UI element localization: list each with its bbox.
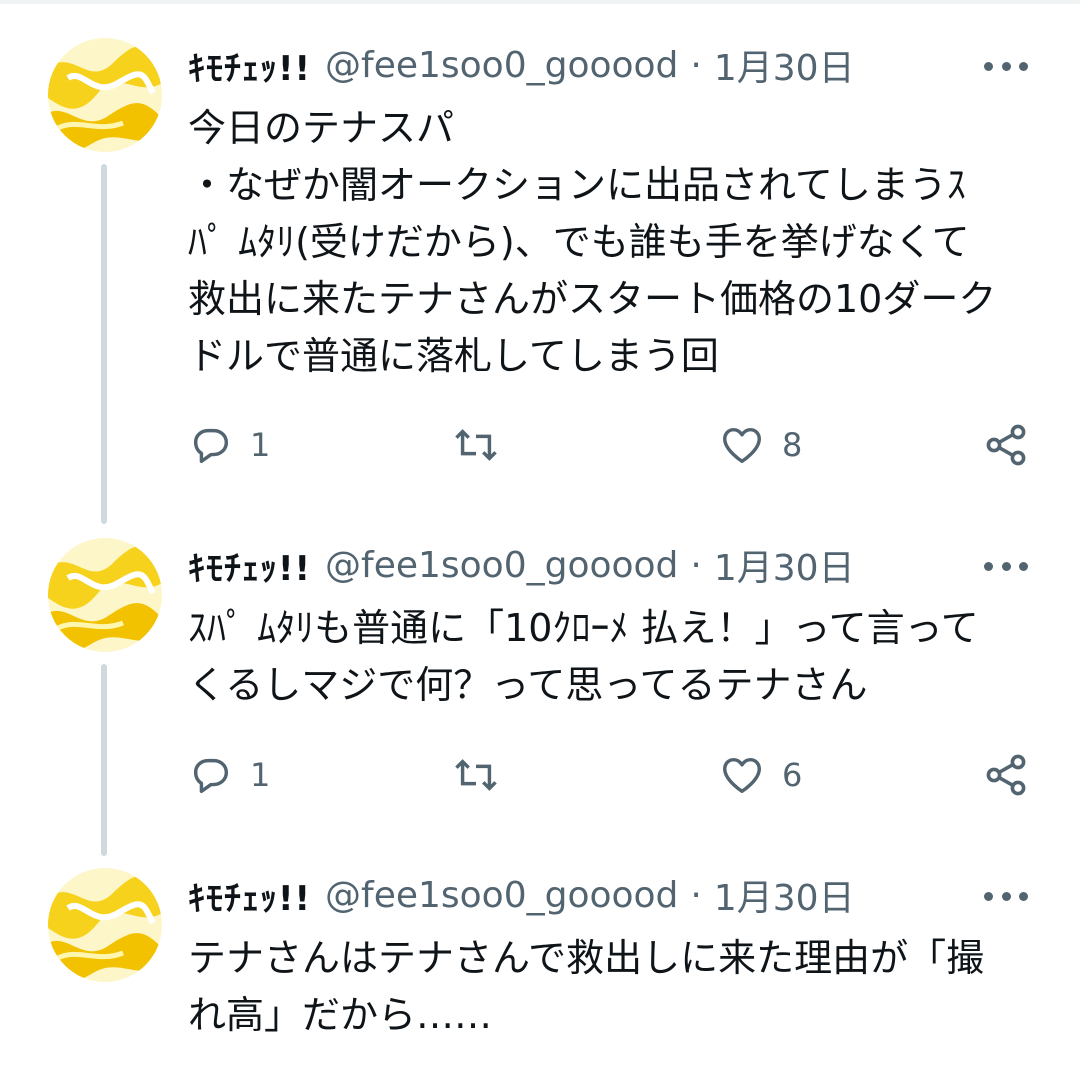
reply-button[interactable]: 1: [188, 420, 270, 470]
more-icon[interactable]: [984, 60, 1028, 72]
tweet-date[interactable]: 1月30日: [714, 539, 855, 591]
tweet-actions: 1 6: [188, 750, 1038, 800]
top-border: [0, 0, 1080, 4]
tweet-header: ｷﾓﾁｪｯ!! @fee1soo0_gooood · 1月30日: [188, 540, 855, 590]
reply-icon: [193, 428, 229, 464]
avatar-image: [48, 538, 162, 652]
tweet-text: テナさんはテナさんで救出しに来た理由が「撮 れ高」だから……: [188, 936, 985, 1037]
avatar[interactable]: [48, 538, 162, 652]
tweet-text: 今日のテナスパ ・なぜか闇オークションに出品されてしまうｽ ﾊﾟ ﾑﾀﾘ(受けだ…: [188, 106, 997, 378]
retweet-button[interactable]: [450, 420, 518, 470]
handle[interactable]: @fee1soo0_gooood: [325, 45, 678, 86]
separator-dot: ·: [690, 44, 702, 86]
separator-dot: ·: [690, 544, 702, 586]
avatar-image: [48, 38, 162, 152]
tweet-date[interactable]: 1月30日: [714, 869, 855, 921]
retweet-icon: [455, 429, 497, 461]
separator-dot: ·: [690, 874, 702, 916]
avatar[interactable]: [48, 868, 162, 982]
share-button[interactable]: [982, 750, 1030, 800]
reply-count: 1: [250, 426, 271, 464]
like-icon: [723, 427, 761, 464]
like-icon: [723, 757, 761, 794]
reply-icon: [193, 758, 229, 794]
like-button[interactable]: 6: [718, 750, 802, 800]
share-icon: [986, 424, 1026, 466]
reply-count: 1: [250, 756, 271, 794]
thread-line: [101, 664, 107, 856]
share-button[interactable]: [982, 420, 1030, 470]
avatar[interactable]: [48, 38, 162, 152]
like-count: 6: [782, 756, 803, 794]
like-button[interactable]: 8: [718, 420, 802, 470]
like-count: 8: [782, 426, 803, 464]
retweet-button[interactable]: [450, 750, 518, 800]
tweet-date[interactable]: 1月30日: [714, 39, 855, 91]
tweet-actions: 1 8: [188, 420, 1038, 470]
tweet-header: ｷﾓﾁｪｯ!! @fee1soo0_gooood · 1月30日: [188, 870, 855, 920]
tweet-header: ｷﾓﾁｪｯ!! @fee1soo0_gooood · 1月30日: [188, 40, 855, 90]
display-name[interactable]: ｷﾓﾁｪｯ!!: [188, 541, 311, 590]
reply-button[interactable]: 1: [188, 750, 270, 800]
handle[interactable]: @fee1soo0_gooood: [325, 545, 678, 586]
thread-line: [101, 164, 107, 524]
avatar-image: [48, 868, 162, 982]
more-icon[interactable]: [984, 560, 1028, 572]
share-icon: [986, 754, 1026, 796]
more-icon[interactable]: [984, 890, 1028, 902]
display-name[interactable]: ｷﾓﾁｪｯ!!: [188, 871, 311, 920]
display-name[interactable]: ｷﾓﾁｪｯ!!: [188, 41, 311, 90]
tweet-text: ｽﾊﾟ ﾑﾀﾘも普通に「10ｸﾛｰﾒ 払え！」って言って くるしマジで何？って思…: [188, 606, 979, 707]
handle[interactable]: @fee1soo0_gooood: [325, 875, 678, 916]
retweet-icon: [455, 759, 497, 791]
